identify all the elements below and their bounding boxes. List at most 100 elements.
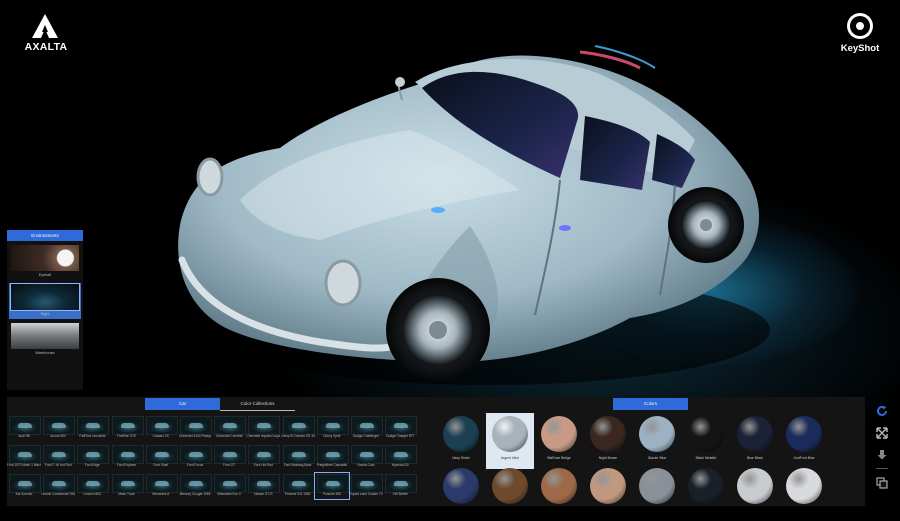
- car-label: Ford Shelf: [153, 463, 169, 467]
- car-label: Ford Mustang Boss: [283, 463, 312, 467]
- car-item[interactable]: Freightliner Cascadia: [315, 444, 349, 470]
- color-swatch[interactable]: Blue Black: [731, 413, 779, 469]
- color-swatch[interactable]: BlaRose Bellge: [535, 413, 583, 469]
- color-label: Night Brown: [598, 456, 618, 460]
- car-label: Ford F-16 Hot Rod: [44, 463, 72, 467]
- car-label: Kia Sorento: [15, 492, 33, 496]
- car-label: Toyota Land Cruiser 70: [349, 492, 383, 496]
- car-thumbnail: [43, 416, 76, 435]
- car-item[interactable]: Camaro ZX: [144, 415, 178, 441]
- car-item[interactable]: Chevrolet 3100 Pickup: [178, 415, 212, 441]
- tab-color-collections[interactable]: Color Collections: [220, 398, 295, 410]
- color-swatch[interactable]: Black Metallic: [682, 413, 730, 469]
- car-label: FallFlow Lincolnite: [79, 434, 106, 438]
- axalta-mark-icon: [32, 14, 58, 38]
- car-item[interactable]: Ford 1970 Mach 1 Mach: [7, 444, 41, 470]
- car-item[interactable]: Acura NSX: [41, 415, 76, 441]
- car-item[interactable]: Ford Shelf: [144, 444, 178, 470]
- color-label: GodFord Blue: [793, 456, 815, 460]
- car-thumbnail: [111, 416, 144, 435]
- env-item-night[interactable]: Night: [9, 283, 81, 319]
- car-item[interactable]: Lincoln MKZ: [75, 473, 110, 499]
- car-label: Ford GT: [223, 463, 236, 467]
- color-swatch[interactable]: [780, 465, 828, 521]
- car-thumbnail: [214, 474, 247, 493]
- car-item[interactable]: Mercedes A: [144, 473, 178, 499]
- car-item[interactable]: Audi R8: [7, 415, 41, 441]
- car-item[interactable]: Ford GT: [212, 444, 247, 470]
- car-item[interactable]: Lincoln Continental 1962: [41, 473, 76, 499]
- color-ball: [688, 416, 724, 452]
- car-label: VW Beetle: [392, 492, 408, 496]
- car-item[interactable]: Chevrolet Corvette: [212, 415, 247, 441]
- car-item[interactable]: Kia Sorento: [7, 473, 41, 499]
- car-label: Hyundai i30: [391, 463, 409, 467]
- car-thumbnail: [248, 474, 281, 493]
- color-ball: [737, 468, 773, 504]
- car-item[interactable]: Toyota Land Cruiser 70: [349, 473, 383, 499]
- color-swatch[interactable]: Night Brown: [584, 413, 632, 469]
- car-thumbnail: [9, 416, 41, 435]
- car-item[interactable]: Ford Explorer: [110, 444, 144, 470]
- environments-panel: Environments Eyeball Night Warehouse: [7, 230, 83, 390]
- car-item[interactable]: Ford F-16 Hot Rod: [41, 444, 76, 470]
- car-item[interactable]: Mach Truck: [110, 473, 144, 499]
- car-thumbnail: [111, 474, 144, 493]
- car-item[interactable]: Chevrolet Impala Coupe: [246, 415, 281, 441]
- color-swatch[interactable]: Glacier Blue: [633, 413, 681, 469]
- copy-icon: [876, 477, 888, 489]
- right-toolbar: [872, 398, 892, 506]
- axalta-logo: AXALTA: [20, 14, 72, 54]
- fullscreen-button[interactable]: [872, 424, 892, 442]
- color-swatch[interactable]: [682, 465, 730, 521]
- car-item[interactable]: Dodge Challenger: [349, 415, 383, 441]
- copy-button[interactable]: [872, 474, 892, 492]
- car-item[interactable]: Nissan GT-R: [246, 473, 281, 499]
- color-swatch[interactable]: [486, 465, 534, 521]
- car-render[interactable]: [160, 30, 800, 400]
- car-item[interactable]: Mercury Cougar 1969: [178, 473, 212, 499]
- download-button[interactable]: [872, 446, 892, 464]
- color-ball: [737, 416, 773, 452]
- color-swatch[interactable]: [633, 465, 681, 521]
- color-swatch[interactable]: Argent Lithe: [486, 413, 534, 469]
- env-thumbnail: [10, 283, 80, 311]
- car-item[interactable]: Porsche 911 1960: [281, 473, 315, 499]
- color-swatch[interactable]: [437, 465, 485, 521]
- car-thumbnail: [385, 445, 418, 464]
- color-swatch[interactable]: Navy Sinter: [437, 413, 485, 469]
- car-item[interactable]: Ford Focus: [178, 444, 212, 470]
- car-item[interactable]: VW Beetle: [383, 473, 418, 499]
- tab-car[interactable]: Car: [145, 398, 220, 410]
- fullscreen-icon: [876, 427, 888, 439]
- car-thumbnail: [43, 445, 76, 464]
- env-item-warehouse[interactable]: Warehouse: [9, 322, 81, 358]
- car-thumbnail: [180, 416, 212, 435]
- car-item[interactable]: Mitsubishi Evo X: [212, 473, 247, 499]
- car-item[interactable]: Hyundai i30: [383, 444, 418, 470]
- car-item[interactable]: FireFlite GTE: [110, 415, 144, 441]
- colors-tab-wrap: Colors: [613, 398, 688, 410]
- tab-colors[interactable]: Colors: [613, 398, 688, 410]
- car-item[interactable]: Porsche 356: [313, 472, 350, 500]
- color-swatch[interactable]: [731, 465, 779, 521]
- color-swatch[interactable]: [535, 465, 583, 521]
- car-item[interactable]: Chevy Spirit: [315, 415, 349, 441]
- color-swatch[interactable]: GodFord Blue: [780, 413, 828, 469]
- color-ball: [492, 468, 528, 504]
- color-ball: [541, 468, 577, 504]
- car-thumbnail: [316, 416, 349, 435]
- refresh-button[interactable]: [872, 402, 892, 420]
- car-item[interactable]: Ford Edge: [75, 444, 110, 470]
- car-item[interactable]: FallFlow Lincolnite: [75, 415, 110, 441]
- car-item[interactable]: Dodge Charger R/T: [383, 415, 418, 441]
- car-thumbnail: [385, 416, 418, 435]
- color-swatch[interactable]: [584, 465, 632, 521]
- car-item[interactable]: Ford Mustang Boss: [281, 444, 315, 470]
- env-item-eyeball[interactable]: Eyeball: [9, 244, 81, 280]
- car-item[interactable]: Ford Hot Rod: [246, 444, 281, 470]
- car-item[interactable]: Honda Civic: [349, 444, 383, 470]
- car-label: Dodge Challenger: [353, 434, 379, 438]
- car-item[interactable]: Chevy El Camino SS 1969: [281, 415, 315, 441]
- toolbar-divider: [876, 468, 888, 469]
